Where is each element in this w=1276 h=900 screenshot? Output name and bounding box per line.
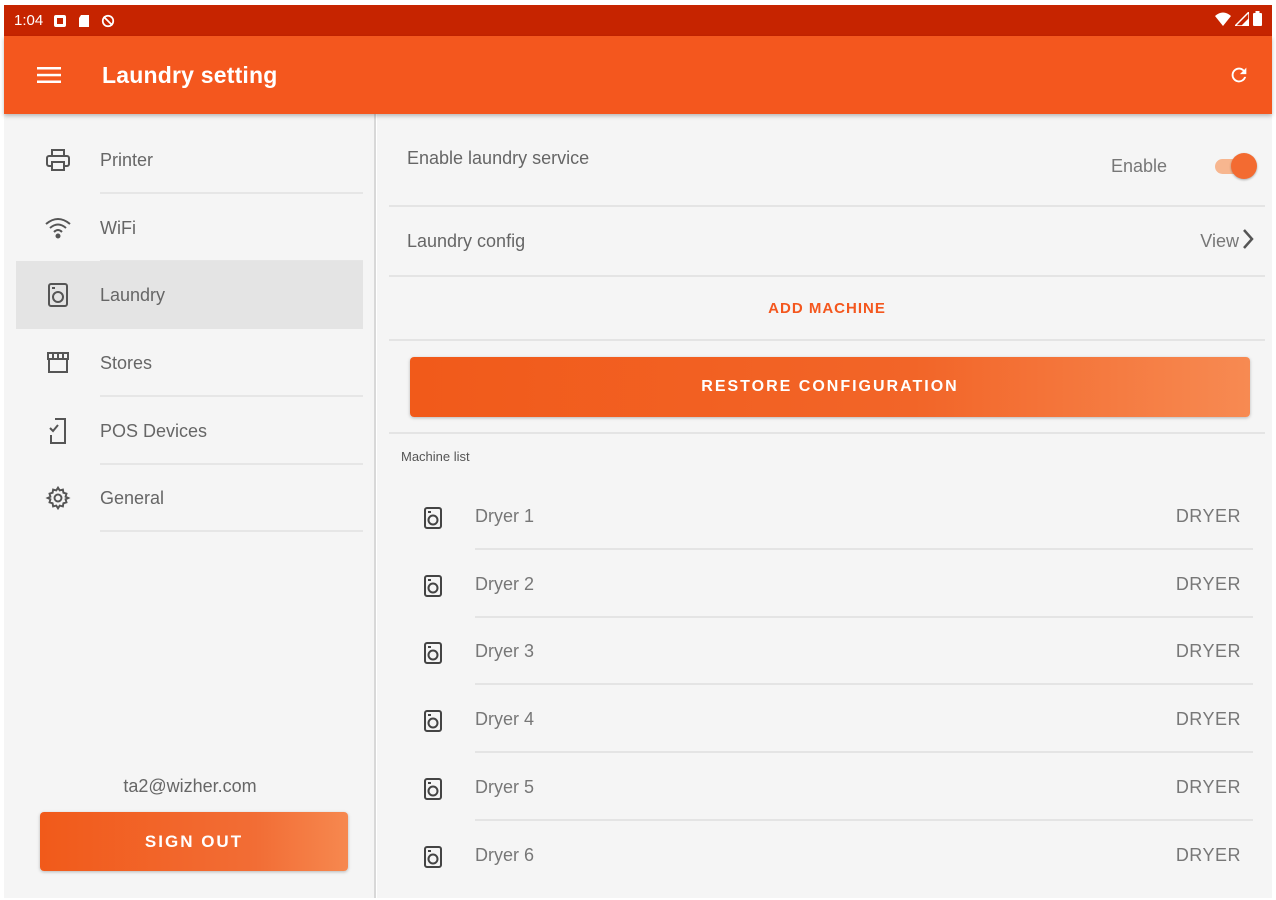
sidebar-item-label: WiFi [100,217,136,238]
sd-card-icon [77,14,91,28]
view-link[interactable]: View [1200,231,1239,252]
washer-icon [16,282,100,308]
dryer-icon [423,574,443,603]
machine-list-label: Machine list [401,449,470,464]
restore-configuration-button[interactable]: RESTORE CONFIGURATION [410,357,1250,417]
wifi-signal-icon [1215,12,1231,30]
machine-row[interactable]: Dryer 4 DRYER [389,685,1253,753]
dryer-icon [423,506,443,535]
enable-laundry-toggle[interactable] [1215,152,1257,180]
sidebar-item-laundry[interactable]: Laundry [16,261,363,329]
sidebar-item-label: General [100,487,165,508]
sidebar-item-label: Printer [100,149,154,170]
pos-device-icon [16,417,100,445]
machine-row[interactable]: Dryer 5 DRYER [389,753,1253,821]
app-bar: Laundry setting [4,36,1272,114]
machine-type: DRYER [1175,845,1241,865]
machine-name: Dryer 5 [475,777,535,797]
machine-type: DRYER [1175,574,1241,594]
sidebar-item-label: Stores [100,352,153,373]
laundry-config-label: Laundry config [407,231,526,251]
divider [100,530,363,532]
no-sync-icon [101,14,115,28]
sidebar: Printer WiFi Laundry Stores POS Devices … [4,114,376,898]
machine-row[interactable]: Dryer 2 DRYER [389,550,1253,618]
notification-icon [53,14,67,28]
machine-type: DRYER [1175,777,1241,797]
sidebar-item-printer[interactable]: Printer [16,126,363,194]
enable-laundry-row: Enable laundry service Enable [389,114,1265,207]
gear-icon [16,485,100,511]
user-email: ta2@wizher.com [123,776,257,796]
printer-icon [16,148,100,172]
store-icon [16,351,100,375]
sidebar-item-stores[interactable]: Stores [16,329,363,397]
menu-button[interactable] [4,66,94,84]
dryer-icon [423,777,443,806]
divider [389,432,1265,434]
machine-name: Dryer 4 [475,709,535,729]
enable-laundry-label: Enable laundry service [407,148,590,168]
status-bar: 1:04 [4,5,1272,36]
main-content: Enable laundry service Enable Laundry co… [377,114,1272,898]
wifi-icon [16,216,100,240]
enable-state-label: Enable [1110,156,1167,176]
machine-type: DRYER [1175,506,1241,526]
toggle-thumb [1231,153,1257,179]
machine-row[interactable]: Dryer 3 DRYER [389,617,1253,685]
chevron-right-icon [1241,227,1255,256]
machine-name: Dryer 1 [475,506,535,526]
sidebar-item-label: POS Devices [100,420,208,441]
battery-icon [1253,11,1262,30]
laundry-config-row[interactable]: Laundry config View [389,207,1265,277]
machine-type: DRYER [1175,641,1241,661]
machine-row[interactable]: Dryer 1 DRYER [389,482,1253,550]
sidebar-item-label: Laundry [100,284,166,305]
machine-type: DRYER [1175,709,1241,729]
machine-name: Dryer 3 [475,641,535,661]
hamburger-menu-icon [37,67,61,83]
status-time: 1:04 [14,12,44,29]
sidebar-item-wifi[interactable]: WiFi [16,194,363,262]
refresh-button[interactable] [1228,64,1250,86]
machine-name: Dryer 6 [475,845,535,865]
sidebar-item-pos-devices[interactable]: POS Devices [16,397,363,465]
dryer-icon [423,845,443,874]
dryer-icon [423,709,443,738]
machine-row[interactable]: Dryer 6 DRYER [389,821,1253,889]
add-machine-button[interactable]: ADD MACHINE [389,277,1265,341]
dryer-icon [423,641,443,670]
machine-name: Dryer 2 [475,574,535,594]
page-title: Laundry setting [102,61,278,88]
sidebar-item-general[interactable]: General [16,464,363,532]
sign-out-button[interactable]: SIGN OUT [40,812,348,871]
cell-signal-icon [1233,9,1250,30]
refresh-icon [1231,67,1247,83]
